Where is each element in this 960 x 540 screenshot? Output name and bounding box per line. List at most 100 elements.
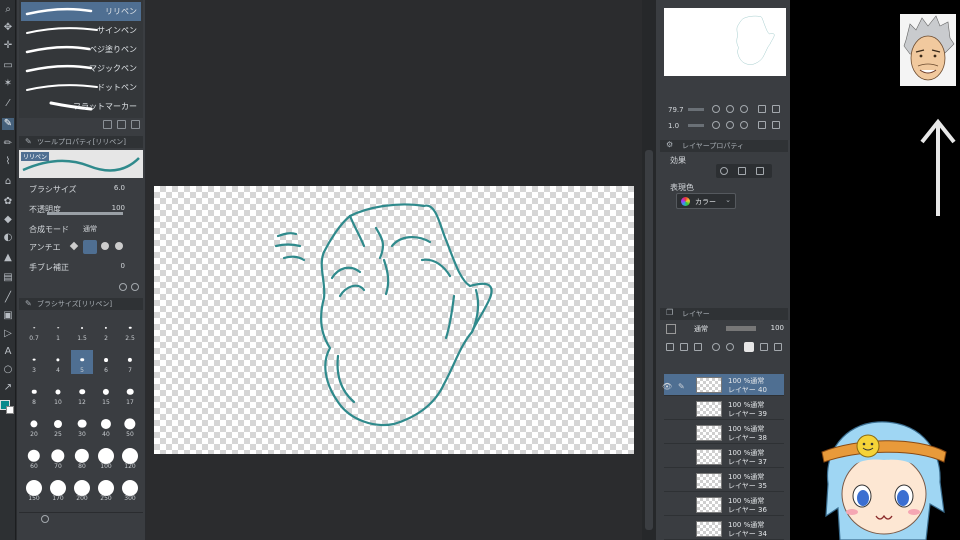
- brush-size-option[interactable]: 12: [71, 382, 93, 406]
- rotate-left-icon[interactable]: [712, 121, 720, 129]
- brush-size-option[interactable]: 17: [119, 382, 141, 406]
- actual-size-icon[interactable]: [758, 105, 766, 113]
- sub-tool-item[interactable]: マジックペン: [21, 59, 141, 78]
- brush-size-option[interactable]: 2: [95, 318, 117, 342]
- brush-size-option[interactable]: 200: [71, 478, 93, 502]
- gradient-tool-icon[interactable]: ▤: [2, 272, 14, 284]
- brush-size-option[interactable]: 0.7: [23, 318, 45, 342]
- color-mode-select[interactable]: カラー ⌄: [676, 193, 736, 209]
- brush-size-option[interactable]: 20: [23, 414, 45, 438]
- layer-row[interactable]: 100 %通常 レイヤー 37: [664, 446, 784, 468]
- sub-tool-item[interactable]: サインペン: [21, 21, 141, 40]
- rotate-value[interactable]: 1.0: [668, 122, 679, 130]
- brush-size-option[interactable]: 8: [23, 382, 45, 406]
- flip-horizontal-icon[interactable]: [758, 121, 766, 129]
- brush-size-option[interactable]: 60: [23, 446, 45, 470]
- opacity-slider[interactable]: [47, 212, 123, 215]
- brush-size-option[interactable]: 25: [47, 414, 69, 438]
- layer-color-icon[interactable]: [756, 167, 764, 175]
- flip-icon[interactable]: [772, 105, 780, 113]
- tool-settings-icon[interactable]: [119, 283, 127, 291]
- brush-size-option[interactable]: 70: [47, 446, 69, 470]
- aa-mid-icon[interactable]: [101, 242, 109, 250]
- fill-tool-icon[interactable]: ▲: [2, 252, 14, 264]
- layer-row[interactable]: 100 %通常 レイヤー 38: [664, 422, 784, 444]
- delete-layer-icon[interactable]: [774, 343, 782, 351]
- brush-size-option[interactable]: 40: [95, 414, 117, 438]
- brush-size-row[interactable]: ブラシサイズ 6.0: [21, 182, 141, 196]
- brush-size-option[interactable]: 300: [119, 478, 141, 502]
- aa-weak-icon[interactable]: [83, 240, 97, 254]
- size-option-icon[interactable]: [41, 515, 49, 523]
- aa-none-icon[interactable]: [69, 241, 79, 251]
- pen-tool-icon[interactable]: ✎: [2, 118, 14, 130]
- flip-vertical-icon[interactable]: [772, 121, 780, 129]
- clip-icon[interactable]: [760, 343, 768, 351]
- brush-size-option[interactable]: 5: [71, 350, 93, 374]
- brush-tool-icon[interactable]: ⌇: [2, 156, 14, 168]
- brush-size-option[interactable]: 4: [47, 350, 69, 374]
- brush-size-option[interactable]: 15: [95, 382, 117, 406]
- eye-icon[interactable]: 👁: [662, 382, 672, 391]
- rotate-slider[interactable]: [688, 124, 704, 127]
- delete-sub-tool-button[interactable]: [131, 120, 140, 129]
- drawing-canvas[interactable]: [154, 186, 634, 454]
- layer-property-tab[interactable]: ⚙ レイヤープロパティ: [660, 140, 788, 152]
- brush-size-option[interactable]: 30: [71, 414, 93, 438]
- layer-row[interactable]: 100 %通常 レイヤー 36: [664, 494, 784, 516]
- magic-wand-tool-icon[interactable]: ✶: [2, 78, 14, 90]
- brush-size-option[interactable]: 250: [95, 478, 117, 502]
- text-tool-icon[interactable]: A: [2, 346, 14, 358]
- canvas-vertical-scrollbar[interactable]: [642, 0, 656, 540]
- eyedropper-tool-icon[interactable]: ⁄: [2, 98, 14, 110]
- correct-line-tool-icon[interactable]: ↗: [2, 382, 14, 394]
- brush-size-option[interactable]: 120: [119, 446, 141, 470]
- rotate-right-icon[interactable]: [726, 121, 734, 129]
- add-sub-tool-button[interactable]: [103, 120, 112, 129]
- ruler-tool-icon[interactable]: ▷: [2, 328, 14, 340]
- brush-size-option[interactable]: 1.5: [71, 318, 93, 342]
- brush-size-option[interactable]: 2.5: [119, 318, 141, 342]
- brush-size-option[interactable]: 1: [47, 318, 69, 342]
- blend-mode-value[interactable]: 通常: [83, 224, 97, 234]
- selection-tool-icon[interactable]: ▭: [2, 60, 14, 72]
- sub-color-swatch[interactable]: [6, 406, 14, 414]
- zoom-slider[interactable]: [688, 108, 704, 111]
- stabilization-value[interactable]: 0: [121, 262, 125, 270]
- brush-size-option[interactable]: 150: [23, 478, 45, 502]
- brush-size-option[interactable]: 7: [119, 350, 141, 374]
- brush-size-option[interactable]: 3: [23, 350, 45, 374]
- layer-opacity-value[interactable]: 100: [771, 324, 784, 332]
- brush-size-option[interactable]: 80: [71, 446, 93, 470]
- layer-row[interactable]: 100 %通常 レイヤー 34: [664, 518, 784, 540]
- balloon-tool-icon[interactable]: ○: [2, 364, 14, 376]
- tone-effect-icon[interactable]: [738, 167, 746, 175]
- edit-target-icon[interactable]: ✎: [678, 382, 685, 391]
- layer-blend-select[interactable]: 通常: [694, 324, 708, 334]
- frame-tool-icon[interactable]: ▣: [2, 310, 14, 322]
- tool-property-tab[interactable]: ✎ ツールプロパティ[リリペン]: [19, 136, 143, 148]
- merge-down-icon[interactable]: [726, 343, 734, 351]
- mask-icon[interactable]: [744, 342, 754, 352]
- anti-alias-row[interactable]: アンチエ: [21, 240, 141, 258]
- eraser-tool-icon[interactable]: ◆: [2, 214, 14, 226]
- zoom-in-icon[interactable]: [726, 105, 734, 113]
- transfer-down-icon[interactable]: [712, 343, 720, 351]
- border-effect-icon[interactable]: [720, 167, 728, 175]
- layer-color-box[interactable]: [666, 324, 676, 334]
- pencil-tool-icon[interactable]: ✏: [2, 138, 14, 150]
- blend-mode-row[interactable]: 合成モード 通常: [21, 222, 141, 236]
- opacity-row[interactable]: 不透明度 100: [21, 202, 141, 216]
- brush-size-option[interactable]: 50: [119, 414, 141, 438]
- stabilization-row[interactable]: 手ブレ補正 0: [21, 260, 141, 274]
- new-vector-layer-icon[interactable]: [680, 343, 688, 351]
- scrollbar-thumb[interactable]: [645, 150, 653, 530]
- opacity-value[interactable]: 100: [112, 204, 125, 212]
- fit-screen-icon[interactable]: [740, 105, 748, 113]
- aa-strong-icon[interactable]: [115, 242, 123, 250]
- brush-size-tab[interactable]: ✎ ブラシサイズ[リリペン]: [19, 298, 143, 310]
- copy-sub-tool-button[interactable]: [117, 120, 126, 129]
- brush-size-value[interactable]: 6.0: [114, 184, 125, 192]
- layer-tab[interactable]: ❐ レイヤー: [660, 308, 788, 320]
- reset-rotate-icon[interactable]: [740, 121, 748, 129]
